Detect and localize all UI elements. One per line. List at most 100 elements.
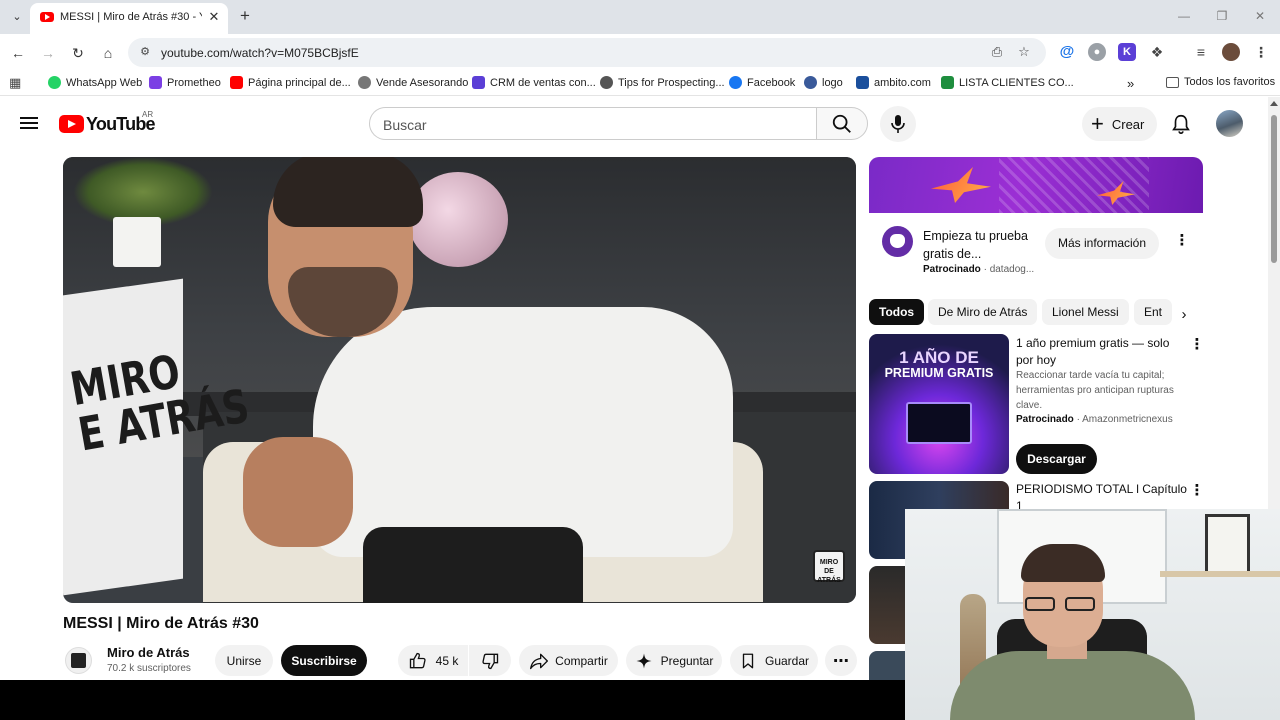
- scroll-up-arrow-icon[interactable]: [1270, 101, 1278, 106]
- new-tab-plus-icon[interactable]: +: [236, 7, 254, 25]
- chips-next-chevron-icon[interactable]: ›: [1172, 303, 1196, 327]
- ad-title[interactable]: Empieza tu prueba gratis de...: [923, 227, 1043, 263]
- home-icon[interactable]: ⌂: [98, 43, 118, 63]
- browser-tab-active[interactable]: MESSI | Miro de Atrás #30 - You ✕: [30, 3, 228, 34]
- thumbs-up-icon: [409, 652, 426, 668]
- video-title: MESSI | Miro de Atrás #30: [63, 615, 259, 632]
- video-player[interactable]: MIRO E ATRÁS MIRO DE ATRÁS: [63, 157, 856, 603]
- microphone-icon: [891, 115, 905, 133]
- sidebar-ad-sponsor-line: Patrocinado · Amazonmetricnexus: [1016, 414, 1173, 425]
- browser-menu-kebab-icon[interactable]: ⋮: [1252, 43, 1270, 61]
- sidebar-ad-thumbnail[interactable]: 1 AÑO DE PREMIUM GRATIS: [869, 334, 1009, 474]
- ad-menu-kebab-icon[interactable]: ⋮: [1174, 233, 1190, 249]
- chip-de-miro-de-atras[interactable]: De Miro de Atrás: [928, 299, 1038, 325]
- bookmark-vende-asesorando[interactable]: Vende Asesorando: [358, 76, 468, 89]
- bookmark-label: Prometheo: [167, 76, 221, 89]
- sidebar-ad-kebab-icon[interactable]: ⋮: [1189, 337, 1205, 353]
- bookmark-logo[interactable]: logo: [804, 76, 843, 89]
- bookmark-label: Tips for Prospecting...: [618, 76, 725, 89]
- bookmarks-overflow-chevron-icon[interactable]: »: [1127, 76, 1134, 91]
- ad-maze-pattern: [999, 157, 1149, 213]
- sheets-icon: [941, 76, 954, 89]
- share-arrow-icon: [530, 653, 549, 669]
- subscribe-button[interactable]: Suscribirse: [281, 645, 367, 676]
- scrollbar-thumb[interactable]: [1271, 115, 1277, 263]
- notifications-button[interactable]: [1168, 111, 1194, 137]
- apps-grid-icon[interactable]: ▦: [9, 76, 23, 90]
- sparkle-icon: [636, 653, 652, 668]
- address-bar[interactable]: ⚙ youtube.com/watch?v=M075BCBjsfE ⎙ ☆: [128, 38, 1046, 67]
- site-info-icon[interactable]: ⚙: [138, 45, 152, 59]
- media-control-icon[interactable]: ≡: [1192, 43, 1210, 61]
- ask-label: Preguntar: [660, 653, 714, 668]
- restore-window-icon[interactable]: ❐: [1214, 8, 1230, 24]
- download-button[interactable]: Descargar: [1016, 444, 1097, 474]
- webcam-person-body: [950, 651, 1195, 720]
- bookmark-label: Facebook: [747, 76, 796, 89]
- bookmark-facebook[interactable]: Facebook: [729, 76, 795, 89]
- profile-avatar-icon[interactable]: [1222, 43, 1240, 61]
- account-avatar[interactable]: [1216, 110, 1243, 137]
- save-button[interactable]: Guardar: [730, 645, 818, 676]
- bookmark-tips-prospecting[interactable]: Tips for Prospecting...: [600, 76, 725, 89]
- reload-icon[interactable]: ↻: [68, 43, 88, 63]
- hamburger-menu-icon[interactable]: [20, 114, 40, 134]
- more-actions-button[interactable]: ⋯: [825, 645, 857, 676]
- person-arm: [243, 437, 353, 547]
- webcam-person-glasses: [1025, 597, 1099, 611]
- recommendation-title[interactable]: PERIODISMO TOTAL l Capítulo 1: [1016, 481, 1191, 509]
- webcam-picture-frame: [1205, 514, 1250, 574]
- create-button[interactable]: + Crear: [1082, 107, 1157, 141]
- ambito-icon: [856, 76, 869, 89]
- recommendation-kebab-icon[interactable]: ⋮: [1189, 483, 1205, 499]
- back-arrow-icon[interactable]: ←: [8, 43, 28, 63]
- channel-name[interactable]: Miro de Atrás: [107, 645, 190, 660]
- join-button[interactable]: Unirse: [215, 645, 273, 676]
- chip-todos[interactable]: Todos: [869, 299, 925, 325]
- bookmark-star-icon[interactable]: ☆: [1016, 44, 1032, 60]
- sponsored-label: Patrocinado: [1016, 414, 1074, 425]
- close-window-icon[interactable]: ✕: [1252, 8, 1268, 24]
- bookmark-lista-clientes[interactable]: LISTA CLIENTES CO...: [941, 76, 1074, 89]
- bookmark-label: WhatsApp Web: [66, 76, 143, 89]
- search-button[interactable]: [816, 107, 868, 140]
- sponsored-ad-card[interactable]: Empieza tu prueba gratis de... Patrocina…: [869, 157, 1203, 290]
- voice-search-button[interactable]: [880, 106, 916, 142]
- recommendation-thumbnail[interactable]: [869, 566, 909, 644]
- bookmark-whatsapp[interactable]: WhatsApp Web: [48, 76, 142, 89]
- recommendation-thumbnail[interactable]: [869, 651, 909, 680]
- chip-ent[interactable]: Ent: [1134, 299, 1173, 325]
- dislike-button[interactable]: [469, 645, 511, 676]
- channel-watermark-logo[interactable]: MIRO DE ATRÁS: [813, 550, 845, 584]
- all-bookmarks-folder[interactable]: Todos los favoritos: [1166, 76, 1275, 88]
- search-input[interactable]: [383, 116, 803, 133]
- mention-extension-icon[interactable]: @: [1058, 43, 1076, 61]
- install-app-icon[interactable]: ⎙: [989, 44, 1005, 60]
- bookmark-youtube-home[interactable]: Página principal de...: [230, 76, 351, 89]
- bookmark-ambito[interactable]: ambito.com: [856, 76, 931, 89]
- whatsapp-icon: [48, 76, 61, 89]
- ad-sponsor-line: Patrocinado · datadog...: [923, 264, 1035, 275]
- youtube-logo[interactable]: YouTube: [59, 114, 156, 134]
- minimize-window-icon[interactable]: —: [1176, 8, 1192, 24]
- circle-extension-icon[interactable]: ●: [1088, 43, 1106, 61]
- like-button[interactable]: 45 k: [398, 645, 468, 676]
- sidebar-ad-title[interactable]: 1 año premium gratis — solo por hoy: [1016, 335, 1188, 369]
- url-text[interactable]: youtube.com/watch?v=M075BCBjsfE: [161, 46, 359, 60]
- ask-button[interactable]: Preguntar: [626, 645, 722, 676]
- close-tab-icon[interactable]: ✕: [206, 9, 222, 25]
- bookmark-prometheo[interactable]: Prometheo: [149, 76, 221, 89]
- bookmark-crm[interactable]: CRM de ventas con...: [472, 76, 596, 89]
- more-info-button[interactable]: Más información: [1045, 228, 1159, 259]
- chip-lionel-messi[interactable]: Lionel Messi: [1042, 299, 1129, 325]
- extensions-puzzle-icon[interactable]: ❖: [1148, 43, 1166, 61]
- folder-icon: [1166, 76, 1179, 88]
- bookmark-label: ambito.com: [874, 76, 931, 89]
- channel-avatar[interactable]: [65, 647, 92, 674]
- share-button[interactable]: Compartir: [519, 645, 618, 676]
- k-extension-icon[interactable]: K: [1118, 43, 1136, 61]
- tab-search-chevron-icon[interactable]: ⌄: [8, 8, 26, 26]
- ad-bird-shape: [931, 167, 991, 203]
- save-label: Guardar: [764, 653, 810, 668]
- forward-arrow-icon[interactable]: →: [38, 43, 58, 63]
